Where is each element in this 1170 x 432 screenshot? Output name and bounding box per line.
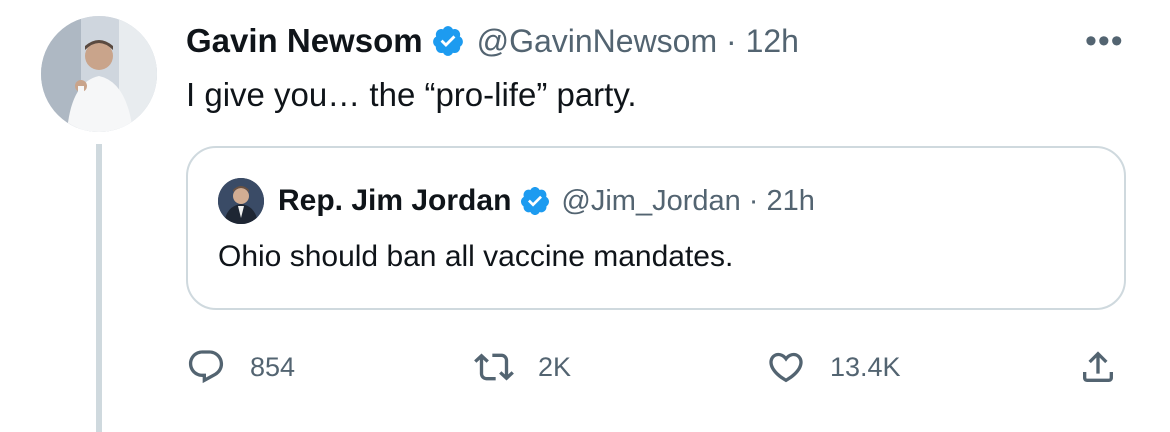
reply-count: 854: [250, 351, 296, 382]
author-name[interactable]: Gavin Newsom: [186, 22, 423, 60]
verified-badge-icon: [521, 187, 550, 215]
reply-button[interactable]: 854: [186, 342, 295, 392]
retweet-icon: [474, 353, 514, 381]
quoted-text: Ohio should ban all vaccine mandates.: [218, 240, 734, 273]
share-button[interactable]: [1078, 342, 1118, 392]
thread-line: [96, 144, 102, 432]
quoted-avatar-photo: [218, 178, 264, 224]
tweet-text: I give you… the “pro-life” party.: [186, 76, 637, 113]
action-bar: 854 2K 13.4K: [186, 342, 1134, 392]
heart-icon: [769, 352, 803, 383]
quoted-header: Rep. Jim Jordan @Jim_Jordan · 21h: [218, 178, 815, 224]
retweet-count: 2K: [538, 351, 572, 382]
like-count: 13.4K: [830, 351, 901, 382]
retweet-button[interactable]: 2K: [474, 342, 571, 392]
reply-icon: [188, 350, 224, 384]
author-handle-time[interactable]: @GavinNewsom · 12h: [477, 23, 799, 60]
more-icon[interactable]: •••: [1085, 22, 1124, 61]
tweet-header: Gavin Newsom @GavinNewsom · 12h: [186, 19, 799, 63]
verified-badge-icon: [432, 26, 463, 56]
share-icon: [1083, 351, 1113, 382]
author-avatar[interactable]: [41, 16, 157, 132]
avatar-photo: [41, 16, 157, 132]
quoted-tweet[interactable]: Rep. Jim Jordan @Jim_Jordan · 21h Ohio s…: [186, 146, 1126, 310]
quoted-avatar: [218, 178, 264, 224]
quoted-handle-time: @Jim_Jordan · 21h: [561, 184, 815, 217]
like-button[interactable]: 13.4K: [766, 342, 901, 392]
quoted-author-name: Rep. Jim Jordan: [278, 184, 512, 217]
